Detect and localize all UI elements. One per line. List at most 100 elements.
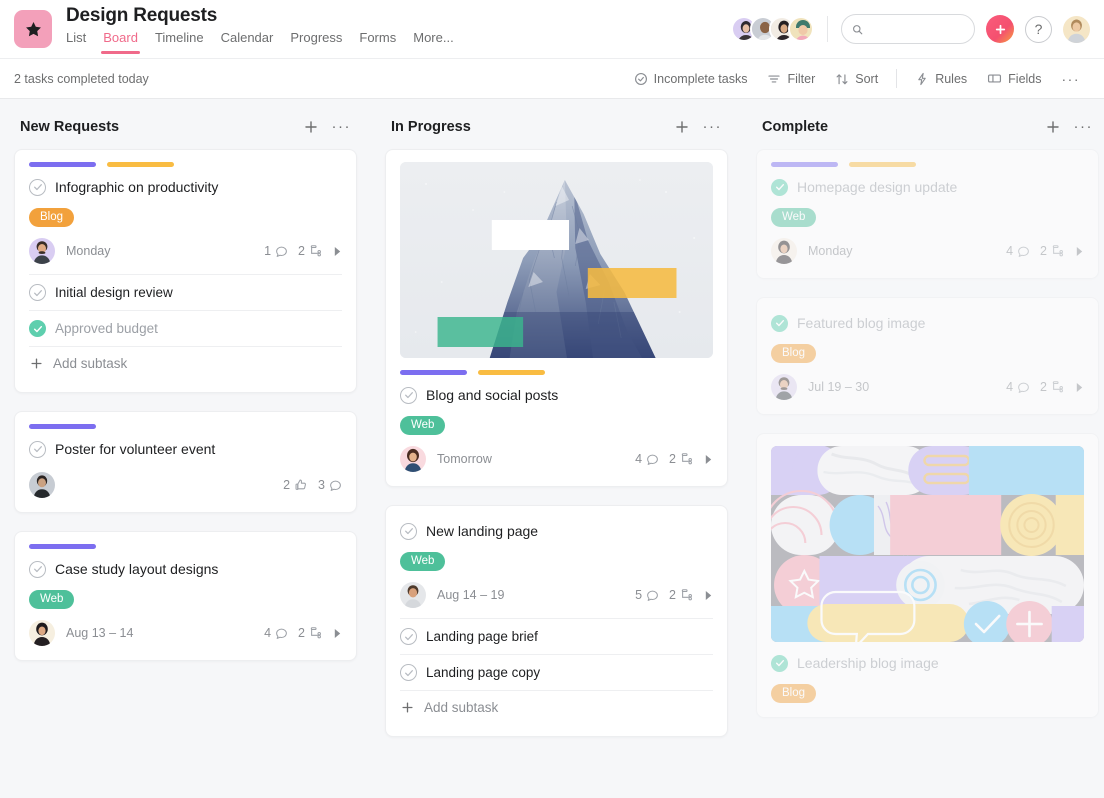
subtask-count-group[interactable]: 2 — [669, 588, 694, 602]
check-icon — [404, 633, 413, 640]
subtask-checkbox[interactable] — [400, 664, 417, 681]
task-card[interactable]: Case study layout designs Web Aug 13 – 1… — [14, 531, 357, 661]
assignee-avatar[interactable] — [400, 446, 426, 472]
complete-checkbox[interactable] — [771, 314, 788, 332]
color-bar — [771, 162, 838, 167]
assignee-avatar[interactable] — [400, 582, 426, 608]
expand-arrow-icon[interactable] — [333, 246, 342, 257]
complete-checkbox[interactable] — [771, 178, 788, 196]
comment-count-group[interactable]: 1 — [264, 244, 288, 258]
subtask-label: Landing page copy — [426, 665, 541, 680]
plus-icon[interactable] — [674, 119, 690, 135]
card-meta: 2 3 — [283, 478, 342, 492]
member-avatar-stack[interactable] — [731, 16, 814, 42]
toolbar-divider — [896, 69, 898, 88]
card-tag[interactable]: Web — [400, 416, 446, 435]
assignee-avatar[interactable] — [771, 238, 797, 264]
tab-board[interactable]: Board — [101, 30, 140, 54]
expand-arrow-icon[interactable] — [704, 454, 713, 465]
project-icon[interactable] — [14, 10, 52, 48]
complete-checkbox[interactable] — [400, 522, 417, 540]
color-bar — [400, 370, 467, 375]
card-color-bars — [29, 544, 342, 549]
more-icon[interactable]: ··· — [332, 119, 352, 134]
help-button[interactable]: ? — [1025, 15, 1052, 43]
subtask-checkbox[interactable] — [29, 320, 46, 337]
app-header: Design Requests List Board Timeline Cale… — [0, 0, 1104, 58]
rules-button[interactable]: Rules — [905, 68, 977, 90]
comment-count-group[interactable]: 4 — [1006, 380, 1030, 394]
task-card[interactable]: Featured blog image Blog Jul 19 – 30 4 2 — [756, 297, 1099, 415]
card-tag[interactable]: Blog — [29, 208, 75, 227]
filter-button[interactable]: Filter — [757, 68, 825, 90]
card-tag[interactable]: Blog — [771, 344, 817, 363]
subtask-count-group[interactable]: 2 — [1040, 380, 1065, 394]
color-bar — [849, 162, 916, 167]
expand-arrow-icon[interactable] — [704, 590, 713, 601]
search-input[interactable] — [869, 22, 964, 36]
tab-more[interactable]: More... — [413, 30, 453, 54]
complete-checkbox[interactable] — [29, 440, 46, 458]
add-subtask-row[interactable]: Add subtask — [400, 690, 713, 724]
assignee-avatar[interactable] — [29, 620, 55, 646]
add-subtask-label: Add subtask — [53, 356, 128, 371]
expand-arrow-icon[interactable] — [1075, 382, 1084, 393]
board-column-new-requests: New Requests ··· Infographic on producti… — [14, 113, 357, 679]
assignee-avatar[interactable] — [771, 374, 797, 400]
tab-timeline[interactable]: Timeline — [155, 30, 204, 54]
comment-count-group[interactable]: 4 — [264, 626, 288, 640]
like-count-group[interactable]: 2 — [283, 478, 308, 492]
tab-progress[interactable]: Progress — [290, 30, 342, 54]
task-card[interactable]: Poster for volunteer event 2 3 — [14, 411, 357, 513]
complete-checkbox[interactable] — [400, 386, 417, 404]
add-subtask-row[interactable]: Add subtask — [29, 346, 342, 380]
task-card[interactable]: Homepage design update Web Monday 4 2 — [756, 149, 1099, 279]
tab-calendar[interactable]: Calendar — [221, 30, 274, 54]
subtask-count-group[interactable]: 2 — [298, 626, 323, 640]
tab-forms[interactable]: Forms — [359, 30, 396, 54]
comment-count-group[interactable]: 3 — [318, 478, 342, 492]
subtask-item[interactable]: Landing page copy — [400, 654, 713, 690]
task-card[interactable]: Leadership blog image Blog — [756, 433, 1099, 718]
comment-count-group[interactable]: 4 — [1006, 244, 1030, 258]
card-tag[interactable]: Web — [771, 208, 817, 227]
assignee-avatar[interactable] — [29, 238, 55, 264]
card-tag[interactable]: Web — [400, 552, 446, 571]
card-tag[interactable]: Web — [29, 590, 75, 609]
comment-count-group[interactable]: 4 — [635, 452, 659, 466]
subtask-checkbox[interactable] — [400, 628, 417, 645]
plus-icon[interactable] — [303, 119, 319, 135]
avatar[interactable] — [788, 16, 814, 42]
plus-icon[interactable] — [1045, 119, 1061, 135]
complete-checkbox[interactable] — [29, 560, 46, 578]
task-card[interactable]: Infographic on productivity Blog Monday … — [14, 149, 357, 393]
more-icon[interactable]: ··· — [703, 119, 723, 134]
expand-arrow-icon[interactable] — [333, 628, 342, 639]
incomplete-tasks-filter[interactable]: Incomplete tasks — [624, 68, 758, 90]
assignee-avatar[interactable] — [29, 472, 55, 498]
toolbar-more-button[interactable]: ··· — [1052, 67, 1091, 91]
task-card[interactable]: New landing page Web Aug 14 – 19 5 2 Lan… — [385, 505, 728, 737]
sort-button[interactable]: Sort — [825, 68, 888, 90]
tab-list[interactable]: List — [66, 30, 86, 54]
card-tag[interactable]: Blog — [771, 684, 817, 703]
subtask-item[interactable]: Initial design review — [29, 274, 342, 310]
add-task-button[interactable] — [986, 15, 1014, 43]
fields-button[interactable]: Fields — [977, 67, 1051, 90]
subtask-item[interactable]: Landing page brief — [400, 618, 713, 654]
task-card[interactable]: Blog and social posts Web Tomorrow 4 2 — [385, 149, 728, 487]
user-avatar[interactable] — [1063, 15, 1090, 43]
color-bar — [29, 424, 96, 429]
subtask-count-group[interactable]: 2 — [669, 452, 694, 466]
subtask-checkbox[interactable] — [29, 284, 46, 301]
complete-checkbox[interactable] — [29, 178, 46, 196]
subtask-count-group[interactable]: 2 — [1040, 244, 1065, 258]
color-bar — [29, 162, 96, 167]
expand-arrow-icon[interactable] — [1075, 246, 1084, 257]
more-icon[interactable]: ··· — [1074, 119, 1094, 134]
comment-count-group[interactable]: 5 — [635, 588, 659, 602]
search-box[interactable] — [841, 14, 975, 44]
complete-checkbox[interactable] — [771, 654, 788, 672]
subtask-count-group[interactable]: 2 — [298, 244, 323, 258]
subtask-item[interactable]: Approved budget — [29, 310, 342, 346]
